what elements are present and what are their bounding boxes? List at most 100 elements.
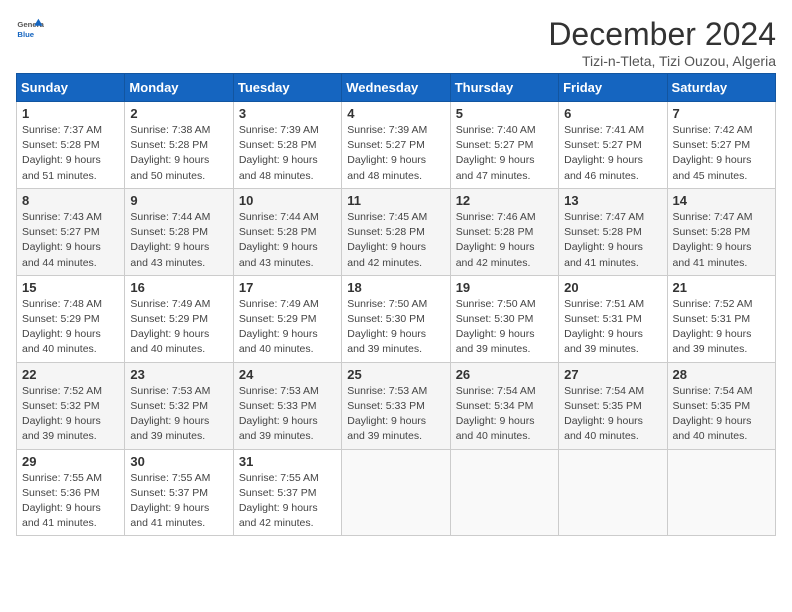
daylight-text: Daylight: 9 hours and 48 minutes.	[239, 154, 318, 181]
daylight-text: Daylight: 9 hours and 51 minutes.	[22, 154, 101, 181]
day-info: Sunrise: 7:55 AM Sunset: 5:37 PM Daylight:…	[239, 471, 336, 532]
day-number: 1	[22, 106, 119, 121]
sunset-text: Sunset: 5:37 PM	[239, 487, 317, 499]
daylight-text: Daylight: 9 hours and 39 minutes.	[564, 328, 643, 355]
calendar-cell: 20Sunrise: 7:51 AMSunset: 5:31 PMDayligh…	[559, 275, 667, 362]
day-number: 17	[239, 280, 336, 295]
day-number: 26	[456, 367, 553, 382]
daylight-text: Daylight: 9 hours and 39 minutes.	[347, 328, 426, 355]
sunrise-text: Sunrise: 7:43 AM	[22, 211, 102, 223]
day-number: 6	[564, 106, 661, 121]
day-number: 24	[239, 367, 336, 382]
daylight-text: Daylight: 9 hours and 42 minutes.	[239, 502, 318, 529]
sunset-text: Sunset: 5:28 PM	[239, 226, 317, 238]
sunset-text: Sunset: 5:27 PM	[564, 139, 642, 151]
day-info: Sunrise: 7:44 AMSunset: 5:28 PMDaylight:…	[239, 210, 336, 271]
day-number: 15	[22, 280, 119, 295]
sunset-text: Sunset: 5:29 PM	[22, 313, 100, 325]
sunset-text: Sunset: 5:27 PM	[22, 226, 100, 238]
day-number: 12	[456, 193, 553, 208]
daylight-text: Daylight: 9 hours and 40 minutes.	[673, 415, 752, 442]
sunset-text: Sunset: 5:28 PM	[130, 226, 208, 238]
title-block: December 2024 Tizi-n-Tleta, Tizi Ouzou, …	[548, 16, 776, 69]
calendar-cell: 19Sunrise: 7:50 AMSunset: 5:30 PMDayligh…	[450, 275, 558, 362]
calendar-cell: 1Sunrise: 7:37 AMSunset: 5:28 PMDaylight…	[17, 102, 125, 189]
sunset-text: Sunset: 5:35 PM	[564, 400, 642, 412]
sunset-text: Sunset: 5:37 PM	[130, 487, 208, 499]
sunrise-text: Sunrise: 7:55 AM	[239, 472, 319, 484]
day-number: 25	[347, 367, 444, 382]
sunrise-text: Sunrise: 7:47 AM	[564, 211, 644, 223]
sunrise-text: Sunrise: 7:40 AM	[456, 124, 536, 136]
day-number: 14	[673, 193, 770, 208]
sunrise-text: Sunrise: 7:48 AM	[22, 298, 102, 310]
calendar-cell: 26 Sunrise: 7:54 AMSunset: 5:34 PMDayligh…	[450, 362, 558, 449]
sunset-text: Sunset: 5:28 PM	[347, 226, 425, 238]
calendar-cell	[667, 449, 775, 536]
calendar-week-row: 8Sunrise: 7:43 AMSunset: 5:27 PMDaylight…	[17, 188, 776, 275]
day-header-friday: Friday	[559, 74, 667, 102]
sunset-text: Sunset: 5:32 PM	[130, 400, 208, 412]
day-info: Sunrise: 7:50 AMSunset: 5:30 PMDaylight:…	[347, 297, 444, 358]
day-number: 2	[130, 106, 227, 121]
sunrise-text: Sunrise: 7:41 AM	[564, 124, 644, 136]
daylight-text: Daylight: 9 hours and 40 minutes.	[22, 328, 101, 355]
day-info: Sunrise: 7:44 AMSunset: 5:28 PMDaylight:…	[130, 210, 227, 271]
calendar-cell: 25 Sunrise: 7:53 AM Sunset: 5:33 PM Dayligh…	[342, 362, 450, 449]
day-info: Sunrise: 7:53 AM Sunset: 5:33 PM Daylight:…	[347, 384, 444, 445]
sunset-text: Sunset: 5:31 PM	[564, 313, 642, 325]
sunrise-text: Sunrise: 7:55 AM	[130, 472, 210, 484]
daylight-text: Daylight: 9 hours and 43 minutes.	[130, 241, 209, 268]
sunrise-text: Sunrise: 7:53 AM	[347, 385, 427, 397]
day-number: 11	[347, 193, 444, 208]
calendar-cell: 14Sunrise: 7:47 AMSunset: 5:28 PMDayligh…	[667, 188, 775, 275]
day-number: 28	[673, 367, 770, 382]
calendar-cell: 7Sunrise: 7:42 AMSunset: 5:27 PMDaylight…	[667, 102, 775, 189]
daylight-text: Daylight: 9 hours and 42 minutes.	[347, 241, 426, 268]
calendar-cell	[342, 449, 450, 536]
sunrise-text: Sunrise: 7:46 AM	[456, 211, 536, 223]
sunset-text: Sunset: 5:28 PM	[564, 226, 642, 238]
calendar-cell: 15 Sunrise: 7:48 AM Sunset: 5:29 PM Dayligh…	[17, 275, 125, 362]
daylight-text: Daylight: 9 hours and 39 minutes.	[347, 415, 426, 442]
daylight-text: Daylight: 9 hours and 39 minutes.	[130, 415, 209, 442]
daylight-text: Daylight: 9 hours and 47 minutes.	[456, 154, 535, 181]
daylight-text: Daylight: 9 hours and 44 minutes.	[22, 241, 101, 268]
sunrise-text: Sunrise: 7:50 AM	[456, 298, 536, 310]
sunrise-text: Sunrise: 7:54 AM	[673, 385, 753, 397]
day-header-thursday: Thursday	[450, 74, 558, 102]
daylight-text: Daylight: 9 hours and 39 minutes.	[22, 415, 101, 442]
sunrise-text: Sunrise: 7:38 AM	[130, 124, 210, 136]
sunset-text: Sunset: 5:30 PM	[347, 313, 425, 325]
sunrise-text: Sunrise: 7:49 AM	[130, 298, 210, 310]
day-header-monday: Monday	[125, 74, 233, 102]
logo-icon: General Blue	[16, 16, 44, 44]
day-info: Sunrise: 7:55 AMSunset: 5:37 PMDaylight:…	[130, 471, 227, 532]
day-info: Sunrise: 7:53 AMSunset: 5:33 PMDaylight:…	[239, 384, 336, 445]
day-header-tuesday: Tuesday	[233, 74, 341, 102]
calendar-week-row: 15 Sunrise: 7:48 AM Sunset: 5:29 PM Dayligh…	[17, 275, 776, 362]
sunset-text: Sunset: 5:29 PM	[130, 313, 208, 325]
daylight-text: Daylight: 9 hours and 50 minutes.	[130, 154, 209, 181]
daylight-text: Daylight: 9 hours and 39 minutes.	[239, 415, 318, 442]
day-info: Sunrise: 7:54 AMSunset: 5:34 PMDaylight:…	[456, 384, 553, 445]
day-number: 31	[239, 454, 336, 469]
sunset-text: Sunset: 5:29 PM	[239, 313, 317, 325]
sunrise-text: Sunrise: 7:47 AM	[673, 211, 753, 223]
day-info: Sunrise: 7:40 AMSunset: 5:27 PMDaylight:…	[456, 123, 553, 184]
sunrise-text: Sunrise: 7:49 AM	[239, 298, 319, 310]
daylight-text: Daylight: 9 hours and 40 minutes.	[239, 328, 318, 355]
day-info: Sunrise: 7:48 AM Sunset: 5:29 PM Daylight:…	[22, 297, 119, 358]
day-number: 7	[673, 106, 770, 121]
calendar-cell: 23Sunrise: 7:53 AMSunset: 5:32 PMDayligh…	[125, 362, 233, 449]
daylight-text: Daylight: 9 hours and 40 minutes.	[130, 328, 209, 355]
calendar-week-row: 1Sunrise: 7:37 AMSunset: 5:28 PMDaylight…	[17, 102, 776, 189]
calendar-cell: 4Sunrise: 7:39 AMSunset: 5:27 PMDaylight…	[342, 102, 450, 189]
day-info: Sunrise: 7:39 AMSunset: 5:27 PMDaylight:…	[347, 123, 444, 184]
day-number: 20	[564, 280, 661, 295]
sunset-text: Sunset: 5:33 PM	[347, 400, 425, 412]
day-info: Sunrise: 7:50 AMSunset: 5:30 PMDaylight:…	[456, 297, 553, 358]
day-info: Sunrise: 7:49 AM Sunset: 5:29 PM Daylight:…	[130, 297, 227, 358]
sunrise-text: Sunrise: 7:54 AM	[564, 385, 644, 397]
sunset-text: Sunset: 5:31 PM	[673, 313, 751, 325]
